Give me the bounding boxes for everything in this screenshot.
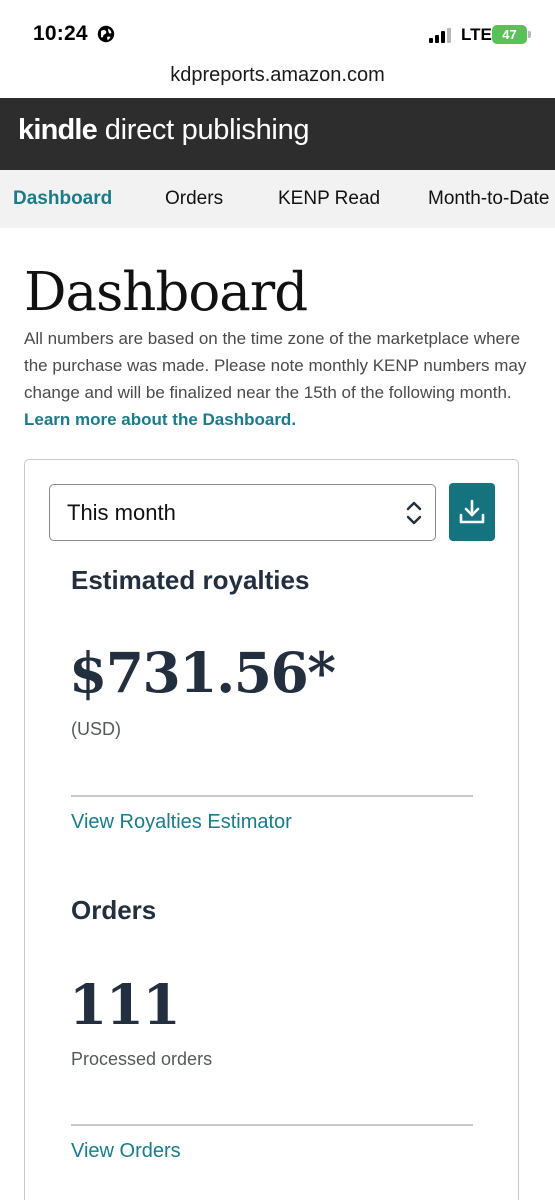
- download-button[interactable]: [449, 483, 495, 541]
- intro-text: All numbers are based on the time zone o…: [24, 325, 536, 433]
- battery-icon: 47: [492, 25, 527, 44]
- site-header: kindle direct publishing: [0, 98, 555, 170]
- royalties-divider: [71, 795, 473, 797]
- chevron-up-down-icon: [406, 501, 422, 525]
- orders-caption: Processed orders: [71, 1049, 213, 1069]
- summary-card: This month Estimated royalties $731.56* …: [24, 459, 519, 1200]
- intro-body: All numbers are based on the time zone o…: [24, 329, 527, 402]
- status-time: 10:24: [33, 22, 88, 45]
- network-type: LTE: [461, 25, 492, 44]
- period-select[interactable]: This month: [49, 484, 436, 541]
- kdp-logo[interactable]: kindle direct publishing: [18, 114, 310, 147]
- orders-title: Orders: [71, 895, 157, 925]
- royalties-currency: (USD): [71, 719, 121, 739]
- download-icon: [459, 499, 485, 524]
- location-globe-icon: [97, 25, 115, 43]
- logo-direct-publishing: direct publishing: [97, 114, 310, 146]
- page-title: Dashboard: [24, 262, 308, 323]
- tab-dashboard[interactable]: Dashboard: [13, 188, 112, 210]
- report-tabs: Dashboard Orders KENP Read Month-to-Date: [0, 170, 555, 228]
- tab-orders[interactable]: Orders: [165, 188, 223, 210]
- view-royalties-estimator-link[interactable]: View Royalties Estimator: [71, 811, 292, 834]
- learn-more-link[interactable]: Learn more about the Dashboard.: [24, 410, 296, 429]
- view-orders-link[interactable]: View Orders: [71, 1140, 181, 1163]
- battery-cap: [528, 31, 531, 38]
- tab-kenp-read[interactable]: KENP Read: [278, 188, 380, 210]
- logo-kindle: kindle: [18, 114, 98, 146]
- address-bar[interactable]: kdpreports.amazon.com: [0, 64, 555, 87]
- status-bar: 10:24 LTE 47: [0, 0, 555, 64]
- orders-count: 111: [69, 972, 181, 1037]
- orders-divider: [71, 1124, 473, 1126]
- royalties-title: Estimated royalties: [71, 565, 310, 595]
- period-select-value: This month: [67, 500, 176, 525]
- royalties-amount: $731.56*: [69, 640, 336, 705]
- cellular-signal-icon: [429, 27, 455, 43]
- tab-month-to-date[interactable]: Month-to-Date: [428, 188, 549, 210]
